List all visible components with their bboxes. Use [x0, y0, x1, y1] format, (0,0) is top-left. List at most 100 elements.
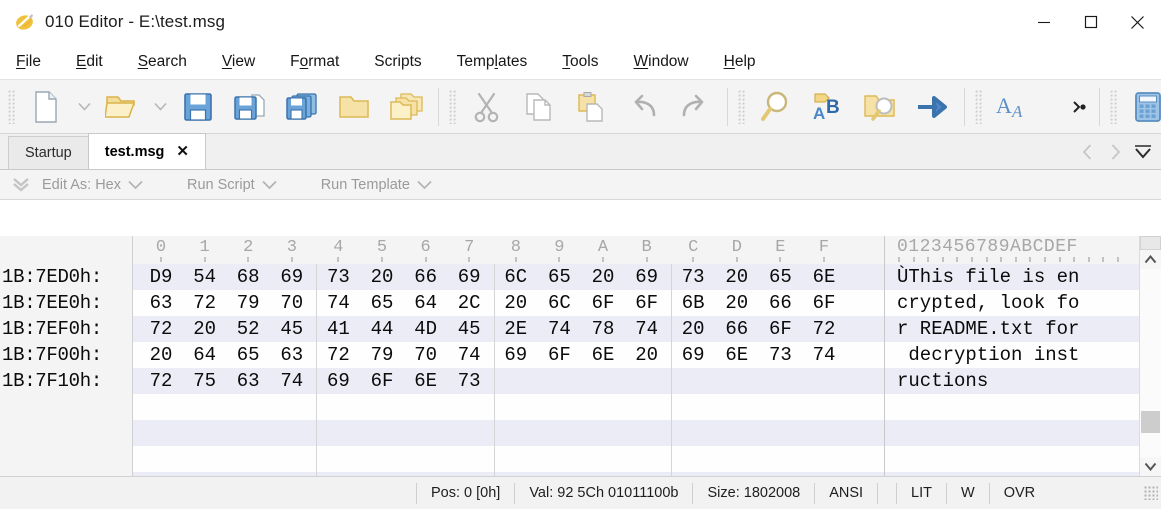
hex-row[interactable]: D9 54 68 69 73 20 66 69 6C 65 20 69 73 20 65 6E [133, 264, 884, 290]
toolbar-grip-3[interactable] [738, 89, 745, 124]
hex-byte-cell[interactable]: 79 [234, 292, 262, 314]
find-button[interactable] [750, 84, 802, 130]
hex-byte-cell[interactable]: 6F [766, 318, 794, 340]
hex-byte-cell[interactable]: 6E [723, 344, 751, 366]
hex-byte-cell[interactable]: 20 [502, 292, 530, 314]
status-encoding[interactable]: ANSI [815, 477, 877, 509]
hex-row[interactable]: 72 75 63 74 69 6F 6E 73 [133, 368, 884, 394]
hex-byte-cell[interactable]: 74 [324, 292, 352, 314]
hex-byte-cell[interactable]: 20 [147, 344, 175, 366]
status-mode-w[interactable]: W [947, 477, 989, 509]
menu-search[interactable]: Search [138, 53, 187, 71]
hex-byte-cell[interactable]: 2E [502, 318, 530, 340]
hex-row[interactable] [133, 420, 884, 446]
ascii-pane[interactable]: 0123456789ABCDEF ÙThis file is en crypted… [884, 236, 1139, 509]
ascii-rows[interactable]: ÙThis file is en crypted, look fo r README… [885, 264, 1139, 509]
toolbar-grip[interactable] [8, 89, 15, 124]
hex-byte-cell[interactable]: 20 [589, 266, 617, 288]
hex-byte-cell[interactable]: 74 [278, 370, 306, 392]
hex-byte-cell[interactable]: 66 [766, 292, 794, 314]
ascii-row[interactable] [885, 394, 1139, 420]
hex-byte-cell[interactable]: 69 [278, 266, 306, 288]
hex-row[interactable] [133, 394, 884, 420]
save-button[interactable] [172, 84, 224, 130]
scroll-down-button[interactable] [1140, 457, 1161, 476]
hex-byte-cell[interactable]: 41 [324, 318, 352, 340]
status-endian[interactable]: LIT [897, 477, 946, 509]
hex-byte-cell[interactable]: 20 [723, 292, 751, 314]
hex-byte-cell[interactable]: 6F [633, 292, 661, 314]
ascii-row[interactable]: ÙThis file is en [885, 264, 1139, 290]
menu-tools[interactable]: Tools [562, 53, 598, 71]
hex-byte-cell[interactable]: 78 [589, 318, 617, 340]
scrollbar-thumb[interactable] [1141, 411, 1160, 433]
hex-byte-cell[interactable]: 52 [234, 318, 262, 340]
menu-help[interactable]: Help [724, 53, 756, 71]
hex-byte-cell[interactable]: 54 [191, 266, 219, 288]
hex-byte-cell[interactable]: 73 [766, 344, 794, 366]
collapse-double-down-arrow-icon[interactable] [0, 177, 42, 193]
ascii-row[interactable] [885, 420, 1139, 446]
find-in-files-button[interactable] [854, 84, 906, 130]
menu-scripts[interactable]: Scripts [374, 53, 421, 71]
hex-byte-cell[interactable]: 73 [324, 266, 352, 288]
hex-byte-cell[interactable]: 6F [589, 292, 617, 314]
scroll-up-button[interactable] [1140, 250, 1161, 269]
hex-byte-cell[interactable]: 65 [368, 292, 396, 314]
hex-byte-cell[interactable]: 73 [679, 266, 707, 288]
menu-edit[interactable]: Edit [76, 53, 103, 71]
hex-byte-cell[interactable]: 6C [502, 266, 530, 288]
hex-byte-cell[interactable]: 72 [810, 318, 838, 340]
hex-byte-cell[interactable]: 20 [679, 318, 707, 340]
close-button[interactable] [1114, 0, 1161, 44]
cut-button[interactable] [461, 84, 513, 130]
hex-byte-cell[interactable]: 65 [766, 266, 794, 288]
hex-byte-cell[interactable]: 75 [191, 370, 219, 392]
hex-byte-cell[interactable]: 45 [278, 318, 306, 340]
menu-templates[interactable]: Templates [457, 53, 528, 71]
tab-close-icon[interactable]: ✕ [176, 144, 189, 159]
hex-byte-cell[interactable]: 74 [455, 344, 483, 366]
hex-byte-cell[interactable]: 74 [545, 318, 573, 340]
hex-byte-cell[interactable]: 66 [723, 318, 751, 340]
hex-row[interactable] [133, 446, 884, 472]
ascii-row[interactable]: ructions [885, 368, 1139, 394]
hex-byte-cell[interactable]: 44 [368, 318, 396, 340]
toolbar-overflow-1-button[interactable] [1067, 84, 1093, 130]
redo-button[interactable] [669, 84, 721, 130]
toolbar-grip-2[interactable] [449, 89, 456, 124]
hex-byte-cell[interactable]: 79 [368, 344, 396, 366]
hex-byte-cell[interactable]: 68 [234, 266, 262, 288]
hex-byte-cell[interactable]: 63 [147, 292, 175, 314]
ascii-row[interactable]: decryption inst [885, 342, 1139, 368]
tab-prev-icon[interactable] [1073, 139, 1101, 165]
hex-byte-cell[interactable]: 65 [545, 266, 573, 288]
hex-byte-cell[interactable]: 72 [191, 292, 219, 314]
new-file-button[interactable] [20, 84, 72, 130]
new-file-dropdown[interactable] [72, 102, 96, 111]
hex-byte-cell[interactable]: 6C [545, 292, 573, 314]
hex-byte-cell[interactable]: 69 [633, 266, 661, 288]
hex-bytes-pane[interactable]: 0123456789ABCDEF D9 54 68 69 73 20 66 69 6C 65 20 6… [133, 236, 884, 476]
hex-byte-cell[interactable]: 6E [412, 370, 440, 392]
hex-byte-cell[interactable]: 64 [412, 292, 440, 314]
save-all-button[interactable] [276, 84, 328, 130]
hex-row[interactable]: 63 72 79 70 74 65 64 2C 20 6C 6F 6F 6B 20 66 6F [133, 290, 884, 316]
menu-window[interactable]: Window [633, 53, 688, 71]
hex-byte-cell[interactable]: 69 [324, 370, 352, 392]
paste-button[interactable] [565, 84, 617, 130]
hex-byte-cell[interactable]: 70 [278, 292, 306, 314]
ascii-row[interactable]: crypted, look fo [885, 290, 1139, 316]
toolbar-grip-4[interactable] [975, 89, 982, 124]
open-file-button[interactable] [96, 84, 148, 130]
undo-button[interactable] [617, 84, 669, 130]
hex-byte-cell[interactable]: 69 [502, 344, 530, 366]
hex-row[interactable]: 72 20 52 45 41 44 4D 45 2E 74 78 74 20 66 6F 72 [133, 316, 884, 342]
run-template-dropdown[interactable]: Run Template [321, 177, 432, 193]
hex-byte-cell[interactable]: 63 [234, 370, 262, 392]
save-as-button[interactable] [224, 84, 276, 130]
hex-byte-cell[interactable]: 6B [679, 292, 707, 314]
edit-as-dropdown[interactable]: Edit As: Hex [42, 177, 143, 193]
hex-byte-cell[interactable]: 4D [412, 318, 440, 340]
hex-byte-cell[interactable]: 45 [455, 318, 483, 340]
